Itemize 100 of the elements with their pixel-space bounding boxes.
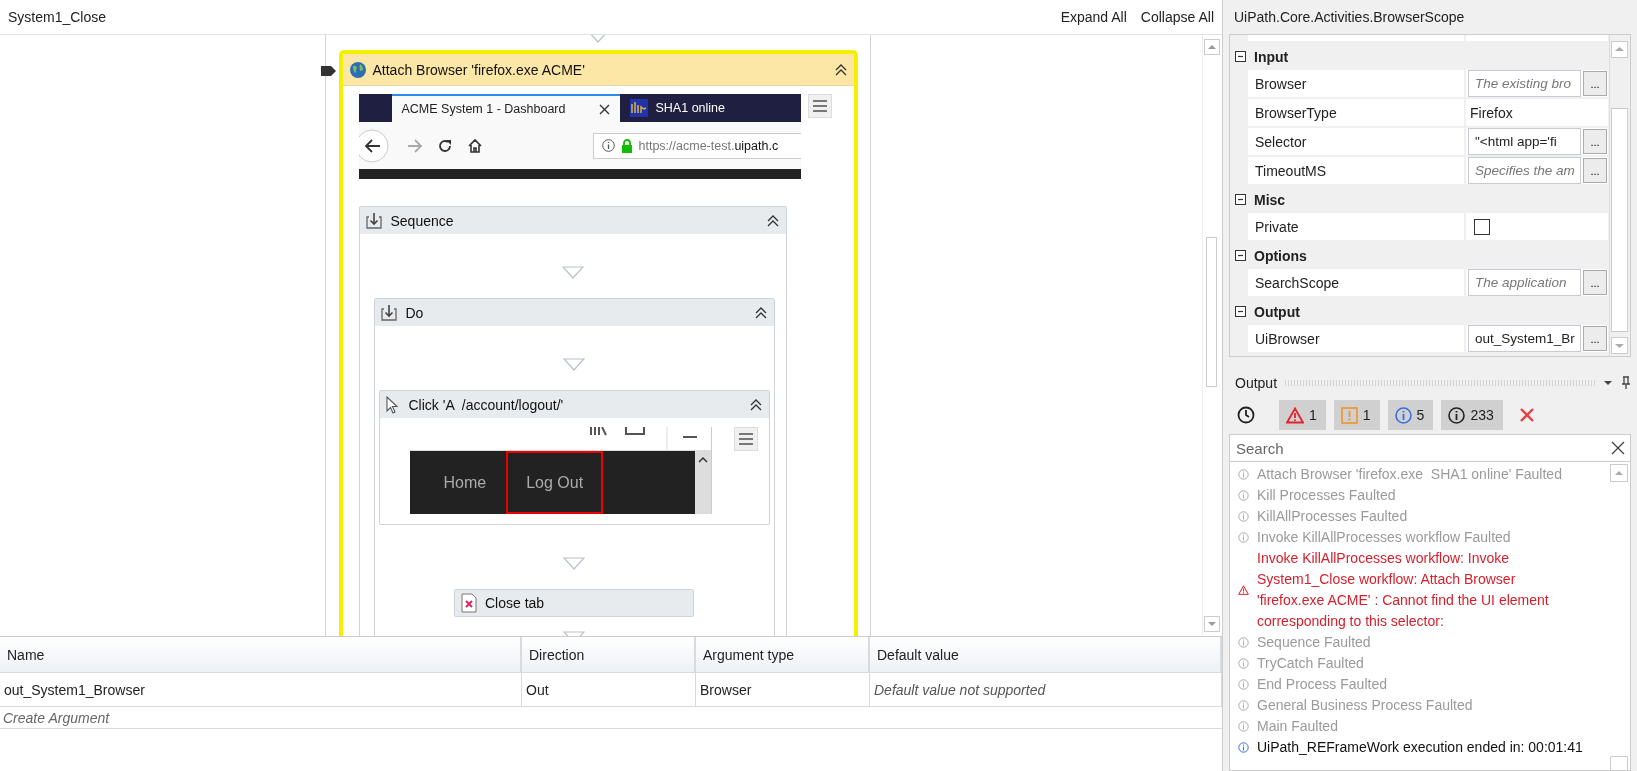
property-field[interactable]: Specifies the am: [1468, 157, 1581, 184]
browser-tab[interactable]: ACME System 1 - Dashboard: [391, 94, 620, 122]
scroll-thumb[interactable]: [1611, 108, 1628, 332]
table-cell: Out: [522, 673, 696, 706]
header-link[interactable]: Collapse All: [1140, 9, 1214, 25]
warning-icon: [1340, 406, 1358, 424]
globe-icon: [348, 60, 367, 79]
ellipsis-button[interactable]: ...: [1583, 129, 1607, 154]
lock-icon: [620, 138, 633, 153]
scroll-up-icon: [697, 456, 708, 463]
property-name: BrowserType: [1248, 99, 1466, 126]
ellipsis-button[interactable]: ...: [1583, 270, 1607, 295]
scroll-down-icon[interactable]: [1204, 616, 1220, 632]
clear-icon[interactable]: [1518, 407, 1535, 423]
info-icon: [1394, 406, 1412, 424]
sequence-container[interactable]: Sequence Do Click 'A /account/logout/' Home Log Out Close tab: [358, 206, 787, 636]
column-header[interactable]: Direction: [522, 637, 696, 672]
property-field[interactable]: The existing bro: [1468, 70, 1581, 97]
property-name: Private: [1248, 213, 1466, 240]
nav-link[interactable]: Home: [423, 451, 507, 514]
scrollbar[interactable]: [1609, 35, 1629, 356]
panel-title: UiPath.Core.Activities.BrowserScope: [1233, 8, 1466, 27]
info-icon: [1238, 511, 1249, 522]
dropdown-caret-icon[interactable]: [1603, 380, 1613, 386]
info-icon: [1238, 721, 1249, 732]
property-field[interactable]: The application: [1468, 269, 1581, 296]
activity-card[interactable]: Attach Browser 'firefox.exe ACME' ACME System 1 - Dashboard SHA1 online https://acme-test.uipath.c Sequence Do Click 'A /account/logout/' Home Log Out Close tab: [338, 50, 858, 636]
forward-icon: [406, 138, 423, 153]
close-icon[interactable]: [1611, 441, 1625, 455]
property-name: Browser: [1248, 70, 1466, 97]
category-label: Options: [1254, 247, 1307, 264]
property-value[interactable]: Firefox: [1468, 104, 1513, 121]
ellipsis-button[interactable]: ...: [1583, 71, 1607, 96]
property-name: Selector: [1248, 128, 1466, 155]
workflow-title: System1_Close: [8, 9, 107, 25]
browser-tab[interactable]: SHA1 online: [619, 94, 735, 122]
close-tab-title: Close tab: [485, 595, 545, 611]
reload-icon: [436, 137, 453, 154]
ellipsis-button[interactable]: ...: [1583, 158, 1607, 183]
close-icon[interactable]: [598, 103, 610, 115]
collapse-icon[interactable]: [1235, 250, 1246, 261]
panel-title: Output: [1235, 375, 1278, 391]
info-icon: [1238, 637, 1249, 648]
filter-button[interactable]: 1: [1279, 400, 1326, 430]
collapse-icon[interactable]: [1235, 306, 1246, 317]
drop-arrow-icon: [563, 557, 585, 570]
filter-button[interactable]: 233: [1441, 400, 1503, 430]
column-header[interactable]: Name: [0, 637, 522, 672]
collapse-icon[interactable]: [833, 62, 848, 77]
click-title: Click 'A /account/logout/': [408, 396, 565, 413]
info-icon: [1448, 406, 1466, 424]
drop-arrow-icon: [563, 358, 585, 371]
nav-link[interactable]: Log Out: [506, 451, 604, 514]
column-header[interactable]: Default value: [870, 637, 1222, 672]
collapse-icon[interactable]: [765, 213, 780, 228]
log-entry[interactable]: UiPath_REFrameWork execution ended in: 00:01:41: [1257, 737, 1583, 758]
filter-button[interactable]: 1: [1333, 400, 1380, 430]
close-tab-icon: [461, 593, 477, 613]
sequence-icon: [379, 303, 398, 322]
collapse-icon[interactable]: [748, 397, 763, 412]
log-entry[interactable]: Invoke KillAllProcesses workflow: Invoke System1_Close workflow: Attach Browser 'firefox.exe ACME' : Cannot find the UI element corresponding to this selector:: [1257, 548, 1577, 632]
category-label: Input: [1254, 48, 1289, 65]
collapse-icon[interactable]: [753, 305, 768, 320]
checkbox[interactable]: [1474, 218, 1490, 235]
property-field[interactable]: out_System1_Br: [1468, 325, 1581, 352]
error-icon: [1238, 585, 1249, 595]
collapse-icon[interactable]: [1235, 194, 1246, 205]
column-header[interactable]: Argument type: [696, 637, 870, 672]
header-link[interactable]: Expand All: [1060, 9, 1127, 25]
search-field[interactable]: Search: [1229, 434, 1631, 462]
property-field[interactable]: "<html app='fi: [1468, 128, 1581, 155]
cursor-icon: [384, 395, 401, 414]
info-icon: [1238, 700, 1249, 711]
scrollbar[interactable]: [1610, 464, 1628, 770]
menu-icon[interactable]: [733, 427, 758, 451]
info-icon: [1238, 658, 1249, 669]
close-tab-activity[interactable]: Close tab: [454, 589, 694, 617]
clock-icon[interactable]: [1237, 406, 1255, 424]
create-argument-link[interactable]: Create Argument: [0, 707, 1222, 729]
ellipsis-button[interactable]: ...: [1583, 326, 1607, 351]
activity-title: Attach Browser 'firefox.exe ACME': [372, 61, 586, 78]
scroll-thumb-icon[interactable]: [1610, 756, 1628, 770]
scrollbar[interactable]: [1202, 35, 1220, 636]
info-icon: [1238, 742, 1249, 753]
scroll-thumb[interactable]: [1206, 237, 1217, 387]
do-title: Do: [405, 304, 425, 321]
property-name: SearchScope: [1248, 269, 1466, 296]
category-label: Output: [1254, 303, 1300, 320]
info-icon: [1238, 490, 1249, 501]
table-cell: out_System1_Browser: [0, 673, 522, 706]
collapse-icon[interactable]: [1235, 51, 1246, 62]
scroll-up-icon[interactable]: [1204, 39, 1220, 55]
filter-button[interactable]: 5: [1387, 400, 1434, 430]
address-bar[interactable]: https://acme-test.uipath.c: [592, 132, 801, 159]
do-container[interactable]: Do Click 'A /account/logout/' Home Log Out Close tab: [373, 298, 775, 636]
info-icon: [601, 139, 615, 152]
click-activity[interactable]: Click 'A /account/logout/' Home Log Out: [378, 390, 770, 525]
pin-icon[interactable]: [1621, 376, 1631, 390]
menu-icon[interactable]: [807, 94, 832, 118]
info-icon: [1238, 679, 1249, 690]
